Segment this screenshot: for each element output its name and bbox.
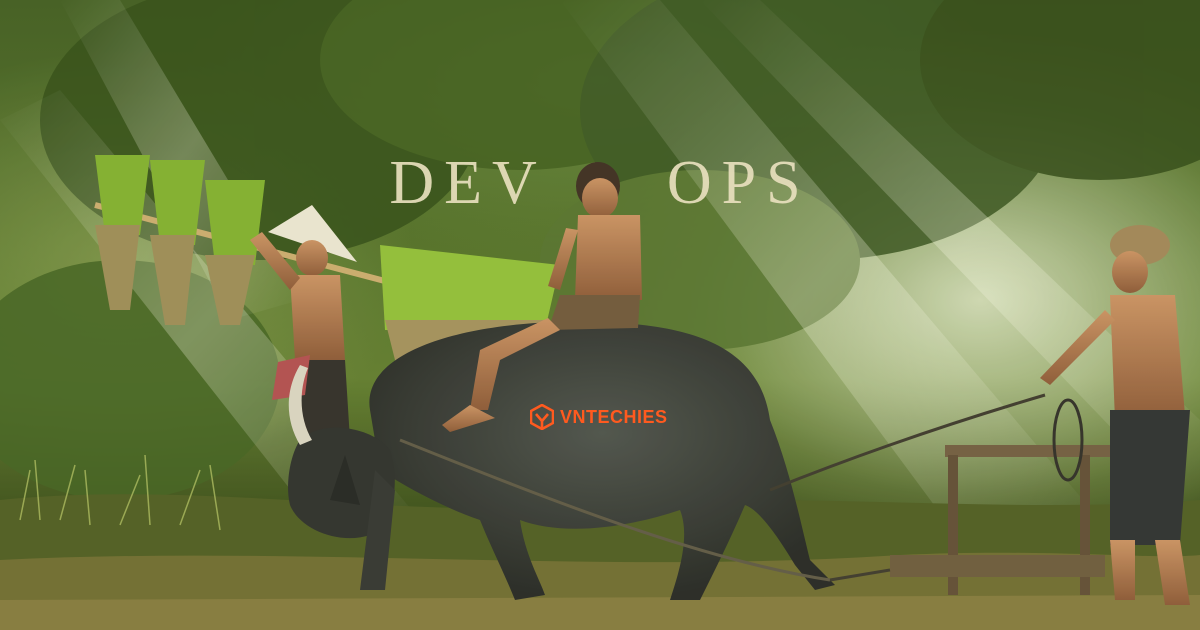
title-part-dev: DEV bbox=[389, 149, 547, 217]
background-photo bbox=[0, 0, 1200, 630]
brand-logo: VNTECHIES bbox=[530, 402, 668, 432]
vntechies-hexagon-icon bbox=[530, 404, 554, 430]
hero-banner: DEV OPS VNTECHIES bbox=[0, 0, 1200, 630]
page-title: DEV OPS bbox=[0, 148, 1200, 219]
brand-name: VNTECHIES bbox=[560, 406, 668, 427]
title-part-ops: OPS bbox=[666, 149, 811, 217]
